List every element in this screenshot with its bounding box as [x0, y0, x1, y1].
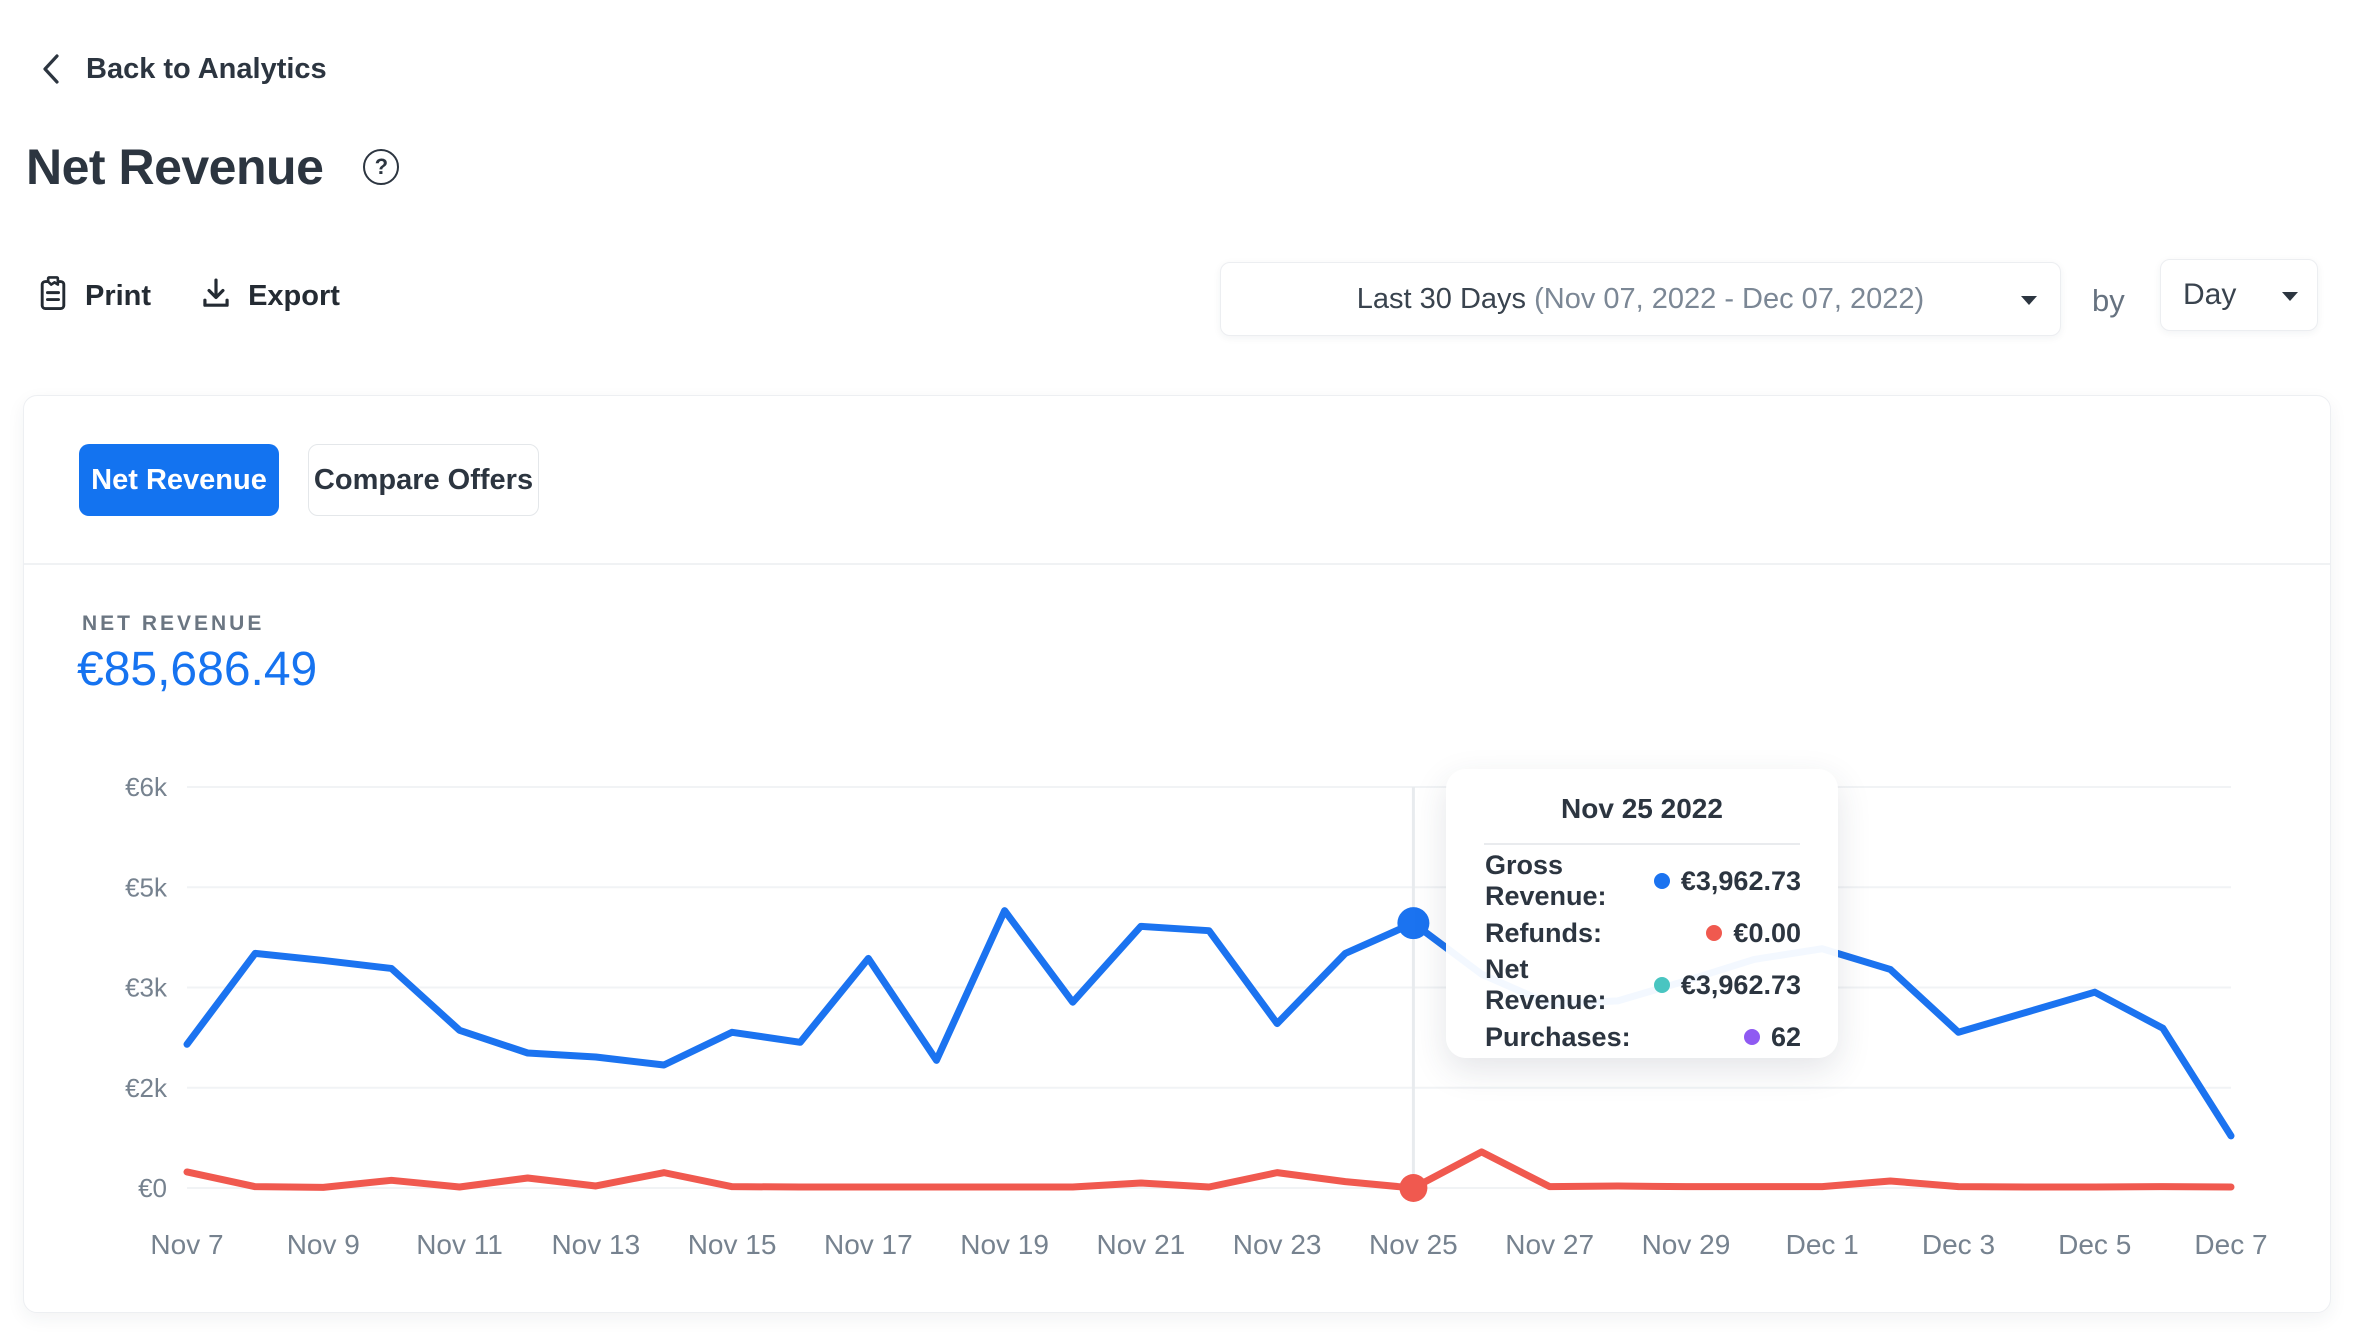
help-icon[interactable]: ? [363, 149, 399, 185]
download-icon [199, 276, 233, 317]
back-link[interactable]: Back to Analytics [38, 52, 327, 86]
date-range-value: Last 30 Days (Nov 07, 2022 - Dec 07, 202… [1357, 283, 1924, 316]
print-button[interactable]: Print [36, 276, 151, 317]
tooltip-date: Nov 25 2022 [1446, 793, 1838, 825]
y-axis-tick-label: €3k [125, 973, 168, 1003]
y-axis-tick-label: €6k [125, 772, 168, 802]
tooltip-row-purchases: Purchases: 62 [1446, 1011, 1838, 1063]
divider [1484, 843, 1800, 845]
x-axis-tick-label: Nov 15 [688, 1229, 777, 1260]
x-axis-tick-label: Nov 7 [150, 1229, 223, 1260]
x-axis-tick-label: Nov 25 [1369, 1229, 1458, 1260]
x-axis-tick-label: Nov 13 [551, 1229, 640, 1260]
x-axis-tick-label: Dec 7 [2194, 1229, 2267, 1260]
refunds-line [187, 1152, 2231, 1188]
chart-tooltip: Nov 25 2022 Gross Revenue: €3,962.73 Ref… [1446, 769, 1838, 1058]
chevron-down-icon [2281, 291, 2299, 302]
date-range-dates: (Nov 07, 2022 - Dec 07, 2022) [1534, 283, 1924, 315]
x-axis-tick-label: Dec 3 [1922, 1229, 1995, 1260]
date-range-dropdown[interactable]: Last 30 Days (Nov 07, 2022 - Dec 07, 202… [1220, 262, 2061, 336]
x-axis-tick-label: Nov 19 [960, 1229, 1049, 1260]
y-axis-tick-label: €0 [138, 1173, 167, 1203]
tooltip-row-gross-revenue: Gross Revenue: €3,962.73 [1446, 855, 1838, 907]
gross-revenue-dot-icon [1654, 873, 1670, 889]
tooltip-row-net-revenue: Net Revenue: €3,962.73 [1446, 959, 1838, 1011]
back-link-label: Back to Analytics [86, 53, 327, 86]
net-revenue-dot-icon [1654, 977, 1670, 993]
x-axis-tick-label: Dec 1 [1786, 1229, 1859, 1260]
x-axis-tick-label: Nov 9 [287, 1229, 360, 1260]
by-label: by [2092, 283, 2125, 319]
toolbar: Print Export [36, 276, 340, 317]
x-axis-tick-label: Nov 21 [1097, 1229, 1186, 1260]
x-axis-tick-label: Nov 29 [1642, 1229, 1731, 1260]
analytics-page: Back to Analytics Net Revenue ? Print [0, 0, 2354, 1340]
gross-revenue-line [187, 911, 2231, 1136]
y-axis-tick-label: €5k [125, 872, 168, 902]
print-label: Print [85, 280, 151, 313]
tooltip-row-refunds: Refunds: €0.00 [1446, 907, 1838, 959]
export-label: Export [248, 280, 340, 313]
y-axis-tick-label: €2k [125, 1073, 168, 1103]
refunds-dot-icon [1706, 925, 1722, 941]
print-icon [36, 276, 70, 317]
x-axis-tick-label: Nov 23 [1233, 1229, 1322, 1260]
x-axis-tick-label: Nov 11 [416, 1229, 503, 1260]
net-revenue-line-chart[interactable]: €0 €2k €3k €5k €6k Nov 7 Nov 9 Nov 11 Nov 13 Nov … [24, 396, 2332, 1314]
chevron-down-icon [2020, 295, 2038, 306]
x-axis-tick-label: Nov 27 [1505, 1229, 1594, 1260]
purchases-dot-icon [1744, 1029, 1760, 1045]
refunds-highlight-marker[interactable] [1399, 1174, 1427, 1202]
chevron-left-icon [38, 52, 64, 86]
gross-revenue-highlight-marker[interactable] [1397, 907, 1429, 939]
page-title: Net Revenue [26, 138, 323, 196]
chart-card: Net Revenue Compare Offers NET REVENUE €… [23, 395, 2331, 1313]
export-button[interactable]: Export [199, 276, 340, 317]
x-axis-tick-label: Dec 5 [2058, 1229, 2131, 1260]
granularity-value: Day [2183, 278, 2236, 312]
granularity-dropdown[interactable]: Day [2160, 259, 2318, 331]
x-axis-tick-label: Nov 17 [824, 1229, 913, 1260]
